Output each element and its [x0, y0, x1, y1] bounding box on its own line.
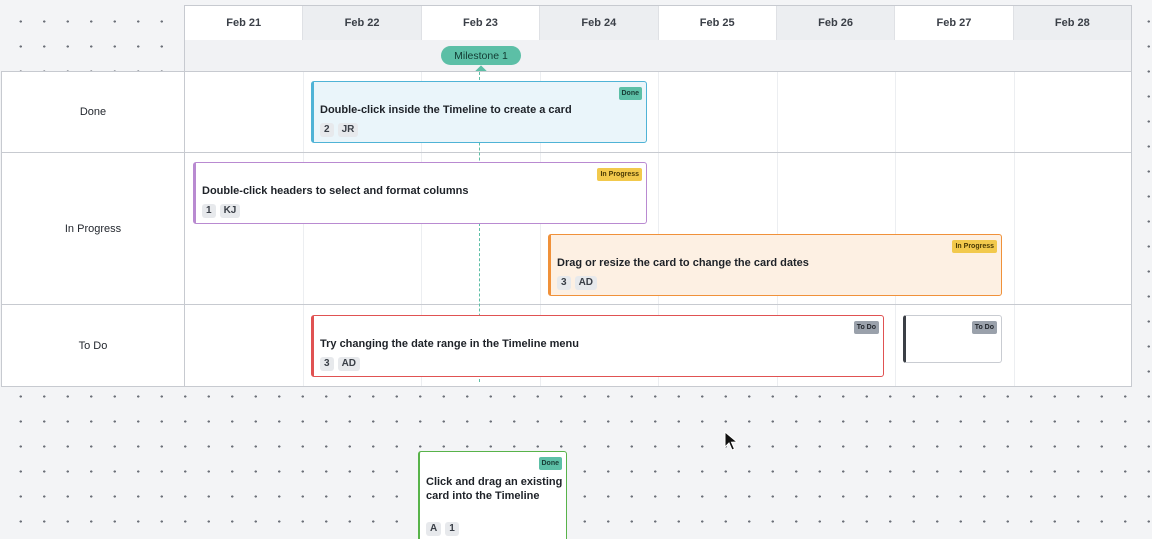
timeline-card[interactable]: In Progress Drag or resize the card to c…: [548, 234, 1002, 296]
card-meta: 1 KJ: [202, 204, 241, 218]
timeline-card[interactable]: In Progress Double-click headers to sele…: [193, 162, 647, 224]
lane-label-done[interactable]: Done: [2, 72, 185, 152]
milestone-marker[interactable]: Milestone 1: [441, 46, 521, 65]
timeline-card-empty[interactable]: To Do: [903, 315, 1002, 363]
assignee-chip[interactable]: AD: [574, 276, 598, 290]
date-header-feb-24[interactable]: Feb 24: [540, 6, 659, 40]
date-header-feb-26[interactable]: Feb 26: [776, 6, 896, 40]
date-header-feb-28[interactable]: Feb 28: [1013, 6, 1131, 40]
assignee-chip[interactable]: A: [426, 522, 442, 536]
card-title: Double-click inside the Timeline to crea…: [320, 104, 572, 116]
assignee-chip[interactable]: KJ: [219, 204, 241, 218]
date-header-feb-22[interactable]: Feb 22: [303, 6, 422, 40]
status-badge: In Progress: [597, 168, 642, 181]
card-title-line-2: card into the Timeline: [426, 490, 540, 502]
lane-label-to-do[interactable]: To Do: [2, 305, 185, 386]
date-header-feb-23[interactable]: Feb 23: [422, 6, 541, 40]
floating-card[interactable]: Done Click and drag an existing card int…: [418, 451, 567, 539]
card-meta: A 1: [426, 522, 459, 536]
timeline-card[interactable]: To Do Try changing the date range in the…: [311, 315, 884, 377]
card-title: Double-click headers to select and forma…: [202, 185, 469, 197]
card-meta: 3 AD: [320, 357, 361, 371]
mouse-cursor-icon: [724, 431, 738, 451]
date-header-row: Feb 21 Feb 22 Feb 23 Feb 24 Feb 25 Feb 2…: [184, 5, 1132, 41]
card-count-chip: 3: [320, 357, 334, 371]
status-badge: Done: [538, 457, 562, 470]
status-badge: To Do: [971, 321, 997, 334]
date-header-feb-27[interactable]: Feb 27: [895, 6, 1014, 40]
card-meta: 3 AD: [557, 276, 598, 290]
assignee-chip[interactable]: AD: [337, 357, 361, 371]
milestone-row: Milestone 1: [184, 40, 1132, 77]
date-header-feb-21[interactable]: Feb 21: [185, 6, 304, 40]
lane-label-in-progress[interactable]: In Progress: [2, 153, 185, 304]
card-count-chip: 1: [202, 204, 216, 218]
card-meta: 2 JR: [320, 123, 359, 137]
card-count-chip: 2: [320, 123, 334, 137]
card-count-chip: 1: [445, 522, 459, 536]
card-title-line-1: Click and drag an existing: [426, 476, 563, 488]
status-badge: To Do: [853, 321, 879, 334]
card-title: Drag or resize the card to change the ca…: [557, 257, 809, 269]
card-title: Try changing the date range in the Timel…: [320, 338, 579, 350]
status-badge: Done: [618, 87, 642, 100]
assignee-chip[interactable]: JR: [337, 123, 359, 137]
card-count-chip: 3: [557, 276, 571, 290]
date-header-feb-25[interactable]: Feb 25: [659, 6, 777, 40]
timeline-card[interactable]: Done Double-click inside the Timeline to…: [311, 81, 647, 143]
status-badge: In Progress: [952, 240, 997, 253]
